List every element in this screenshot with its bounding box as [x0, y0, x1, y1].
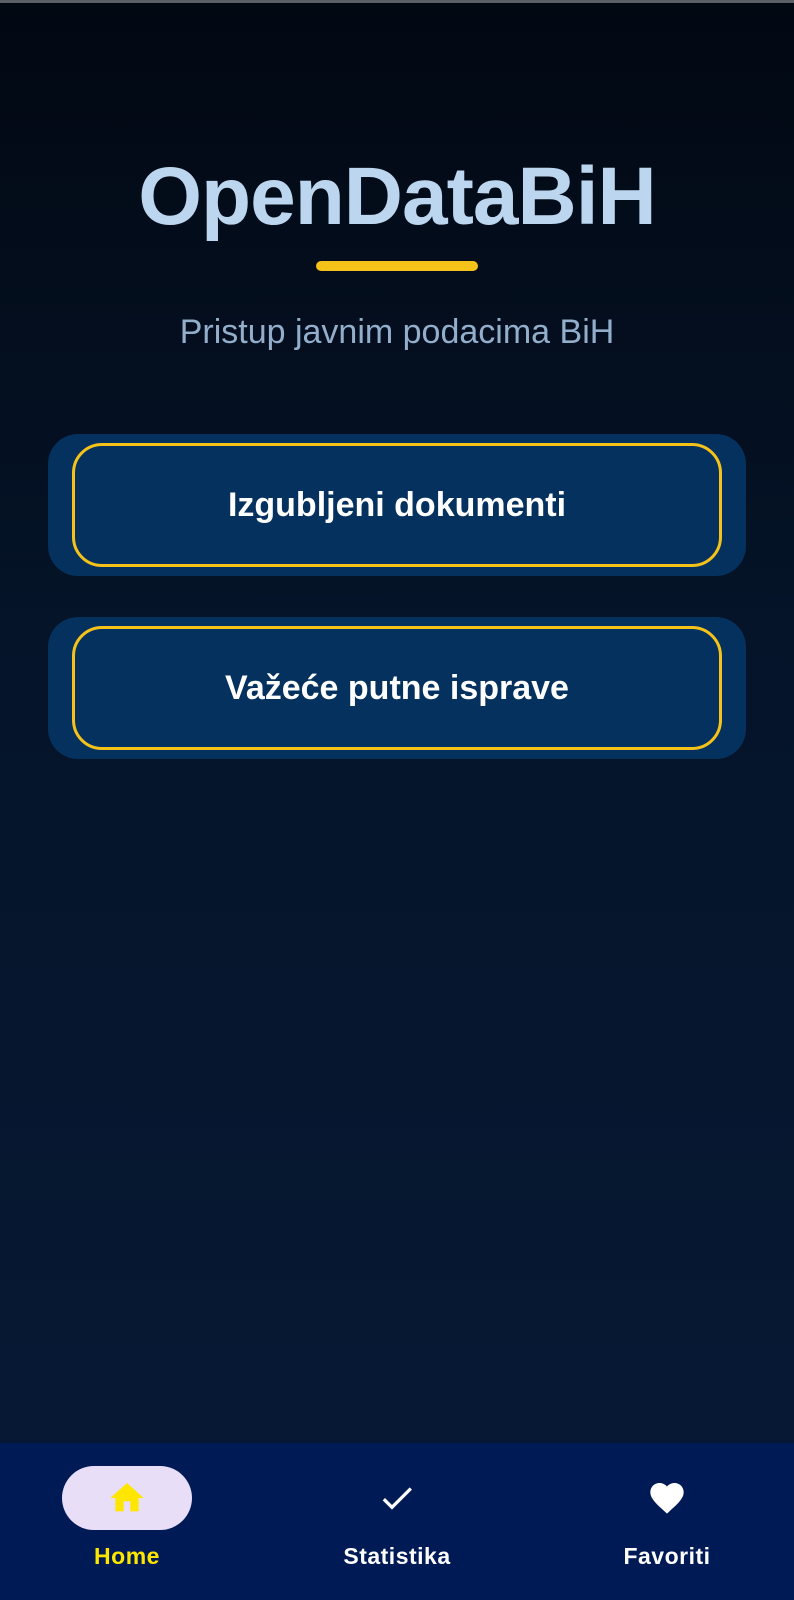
title-underline: [316, 261, 478, 271]
check-icon: [382, 1487, 412, 1510]
nav-label-statistika: Statistika: [343, 1543, 451, 1569]
lost-documents-card: Izgubljeni dokumenti: [48, 434, 746, 576]
home-icon: [110, 1483, 144, 1512]
nav-item-statistika[interactable]: Statistika: [272, 1443, 522, 1600]
nav-label-home: Home: [94, 1543, 160, 1569]
valid-travel-documents-card: Važeće putne isprave: [48, 617, 746, 759]
lost-documents-button[interactable]: Izgubljeni dokumenti: [72, 443, 722, 567]
heart-icon: [650, 1483, 684, 1514]
valid-travel-documents-button[interactable]: Važeće putne isprave: [72, 626, 722, 750]
status-bar-strip: [0, 0, 794, 3]
bottom-navigation: Home Statistika Favoriti: [0, 1443, 794, 1600]
nav-label-favoriti: Favoriti: [623, 1543, 711, 1569]
app-subtitle: Pristup javnim podacima BiH: [179, 313, 615, 351]
app-title: OpenDataBiH: [138, 151, 657, 242]
nav-item-favoriti[interactable]: Favoriti: [542, 1443, 792, 1600]
nav-item-home[interactable]: Home: [2, 1443, 252, 1600]
